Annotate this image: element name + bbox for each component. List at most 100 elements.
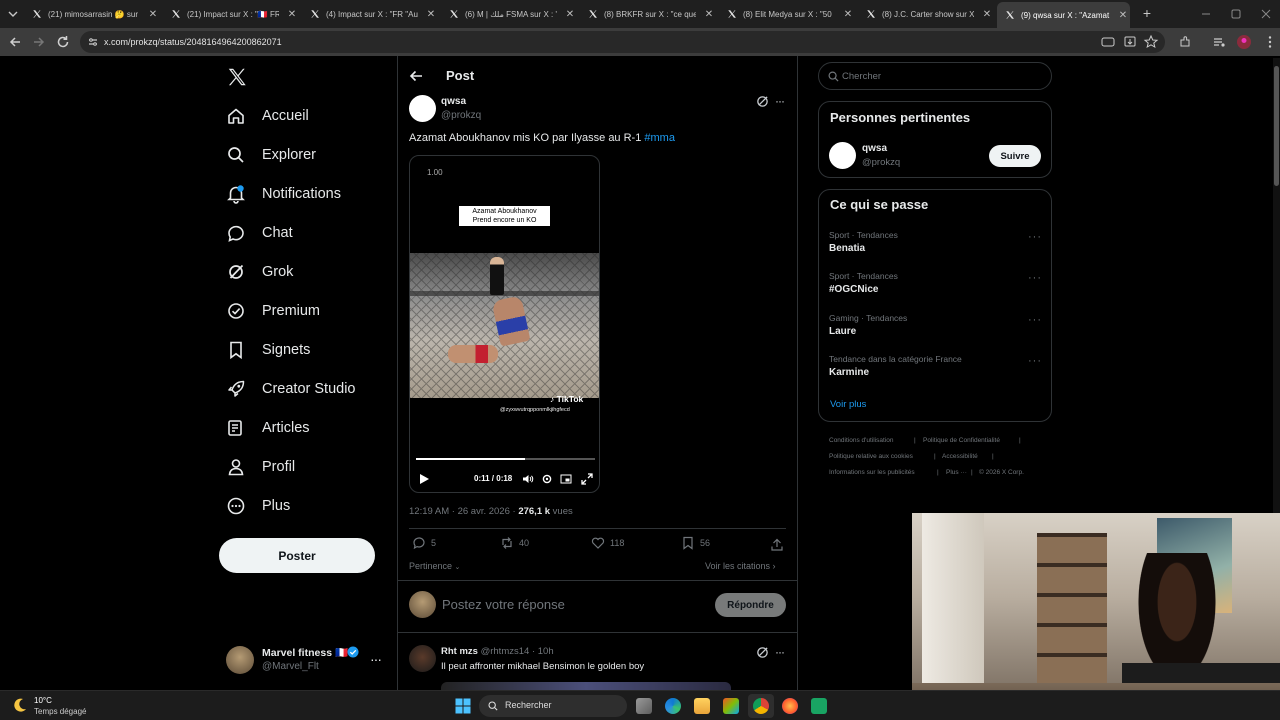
view-quotes-link[interactable]: Voir les citations ›: [705, 561, 776, 571]
account-more-icon[interactable]: ···: [370, 651, 382, 667]
footer-privacy-link[interactable]: Politique de Confidentialité: [923, 437, 1000, 444]
footer-cookies-link[interactable]: Politique relative aux cookies: [829, 453, 913, 460]
extensions-icon[interactable]: [1177, 34, 1193, 50]
follow-button[interactable]: Suivre: [989, 145, 1041, 167]
minimize-button[interactable]: [1200, 8, 1212, 20]
tab-close-icon[interactable]: ✕: [1116, 10, 1130, 21]
like-action[interactable]: 118: [591, 536, 624, 550]
new-tab-button[interactable]: +: [1140, 6, 1154, 20]
task-view-icon[interactable]: [636, 698, 652, 714]
back-arrow-icon[interactable]: [408, 68, 424, 84]
trend-more-icon[interactable]: ···: [1028, 314, 1042, 326]
tab-list-chevron-icon[interactable]: [6, 7, 20, 21]
footer-accessibility-link[interactable]: Accessibilité: [942, 453, 978, 460]
browser-tab[interactable]: (8) BRKFR sur X : "ce que ✕: [580, 4, 716, 24]
picture-in-picture-icon[interactable]: [560, 473, 572, 485]
tab-close-icon[interactable]: ✕: [424, 9, 438, 20]
install-app-icon[interactable]: [1122, 34, 1138, 50]
weather-moon-icon[interactable]: [12, 697, 28, 713]
scrollbar-thumb[interactable]: [1274, 66, 1279, 186]
nav-item-grok[interactable]: Grok: [226, 257, 293, 287]
tab-close-icon[interactable]: ✕: [285, 9, 299, 20]
author-handle[interactable]: @prokzq: [441, 110, 481, 121]
trend-more-icon[interactable]: ···: [1028, 272, 1042, 284]
post-button[interactable]: Poster: [219, 538, 375, 573]
browser-tab[interactable]: (4) Impact sur X : "FR "Au ✕: [302, 4, 438, 24]
share-icon[interactable]: [770, 538, 784, 552]
x-logo-icon[interactable]: [226, 66, 248, 88]
bookmark-action[interactable]: 56: [681, 536, 710, 550]
reply-grok-icon[interactable]: [756, 646, 769, 659]
nav-item-creator-studio[interactable]: Creator Studio: [226, 374, 356, 404]
url-field[interactable]: x.com/prokzq/status/2048164964200862071: [80, 31, 1165, 53]
trend-more-icon[interactable]: ···: [1028, 231, 1042, 243]
search-box[interactable]: Chercher: [818, 62, 1052, 90]
nav-item-explorer[interactable]: Explorer: [226, 140, 316, 170]
post-more-icon[interactable]: ···: [775, 94, 785, 108]
show-more-link[interactable]: Voir plus: [830, 399, 866, 410]
browser-tab[interactable]: (21) Impact sur X : "🇫🇷 FR ✕: [163, 4, 299, 24]
media-controls-icon[interactable]: [1211, 34, 1227, 50]
maximize-button[interactable]: [1230, 8, 1242, 20]
play-icon[interactable]: [418, 473, 430, 485]
cast-icon[interactable]: [1100, 34, 1116, 50]
nav-item-chat[interactable]: Chat: [226, 218, 293, 248]
site-info-icon[interactable]: [88, 37, 98, 47]
fullscreen-icon[interactable]: [581, 473, 593, 485]
edge-browser-icon[interactable]: [665, 698, 681, 714]
tab-close-icon[interactable]: ✕: [702, 9, 716, 20]
post-timestamp[interactable]: 12:19 AM · 26 avr. 2026 ·: [409, 506, 516, 517]
close-window-button[interactable]: [1260, 8, 1272, 20]
footer-ads-link[interactable]: Informations sur les publicités: [829, 469, 915, 476]
nav-item-plus[interactable]: Plus: [226, 491, 290, 521]
store-icon[interactable]: [723, 698, 739, 714]
tab-close-icon[interactable]: ✕: [980, 9, 994, 20]
volume-icon[interactable]: [522, 473, 534, 485]
footer-terms-link[interactable]: Conditions d'utilisation: [829, 437, 893, 444]
sort-dropdown[interactable]: Pertinence ⌄: [409, 561, 460, 571]
bookmark-star-icon[interactable]: [1143, 34, 1159, 50]
grok-explain-icon[interactable]: [756, 95, 769, 108]
author-name[interactable]: qwsa: [441, 96, 466, 107]
video-progress-track[interactable]: [416, 458, 595, 460]
browser-tab[interactable]: (9) qwsa sur X : "Azamat ✕: [997, 2, 1130, 28]
account-switcher[interactable]: Marvel fitness 🇫🇷 @Marvel_Flt ···: [226, 644, 386, 676]
browser-menu-icon[interactable]: [1262, 34, 1278, 50]
forward-arrow-icon[interactable]: [31, 34, 47, 50]
hashtag-link[interactable]: #mma: [644, 132, 675, 144]
reply-author-name[interactable]: Rht mzs: [441, 646, 478, 657]
tab-close-icon[interactable]: ✕: [146, 9, 160, 20]
reply-input[interactable]: Postez votre réponse: [442, 597, 565, 612]
profile-avatar-icon[interactable]: [1236, 34, 1252, 50]
browser-tab[interactable]: (8) J.C. Carter show sur X ✕: [858, 4, 994, 24]
repost-action[interactable]: 40: [500, 536, 529, 550]
nav-item-profil[interactable]: Profil: [226, 452, 295, 482]
tab-close-icon[interactable]: ✕: [563, 9, 577, 20]
reply-more-icon[interactable]: ···: [775, 645, 785, 659]
nav-item-accueil[interactable]: Accueil: [226, 101, 309, 131]
firefox-browser-icon[interactable]: [782, 698, 798, 714]
video-player[interactable]: 1.00 Azamat Aboukhanov Prend encore un K…: [409, 155, 600, 493]
browser-tab[interactable]: (21) mimosarrasin 🤔 sur ✕: [24, 4, 160, 24]
taskbar-search[interactable]: Rechercher: [479, 695, 627, 717]
relevant-person-avatar[interactable]: [829, 142, 856, 169]
reply-author-handle[interactable]: @rhtmzs14 · 10h: [481, 646, 554, 657]
relevant-person-handle[interactable]: @prokzq: [862, 157, 900, 168]
nav-item-signets[interactable]: Signets: [226, 335, 310, 365]
reply-button[interactable]: Répondre: [715, 593, 786, 617]
start-button-icon[interactable]: [455, 698, 471, 714]
browser-tab[interactable]: (6) M | ملك FSMA sur X : "l ✕: [441, 4, 577, 24]
tab-close-icon[interactable]: ✕: [841, 9, 855, 20]
nav-item-notifications[interactable]: Notifications: [226, 179, 341, 209]
relevant-person-name[interactable]: qwsa: [862, 143, 887, 154]
settings-gear-icon[interactable]: [541, 473, 553, 485]
nav-item-articles[interactable]: Articles: [226, 413, 310, 443]
green-app-icon[interactable]: [811, 698, 827, 714]
chrome-browser-icon[interactable]: [753, 698, 769, 714]
reply-action[interactable]: 5: [412, 536, 436, 550]
author-avatar[interactable]: [409, 95, 436, 122]
back-arrow-icon[interactable]: [7, 34, 23, 50]
reload-icon[interactable]: [55, 34, 71, 50]
footer-more-link[interactable]: Plus ···: [946, 469, 967, 476]
browser-tab[interactable]: (8) Elit Medya sur X : "50 ✕: [719, 4, 855, 24]
